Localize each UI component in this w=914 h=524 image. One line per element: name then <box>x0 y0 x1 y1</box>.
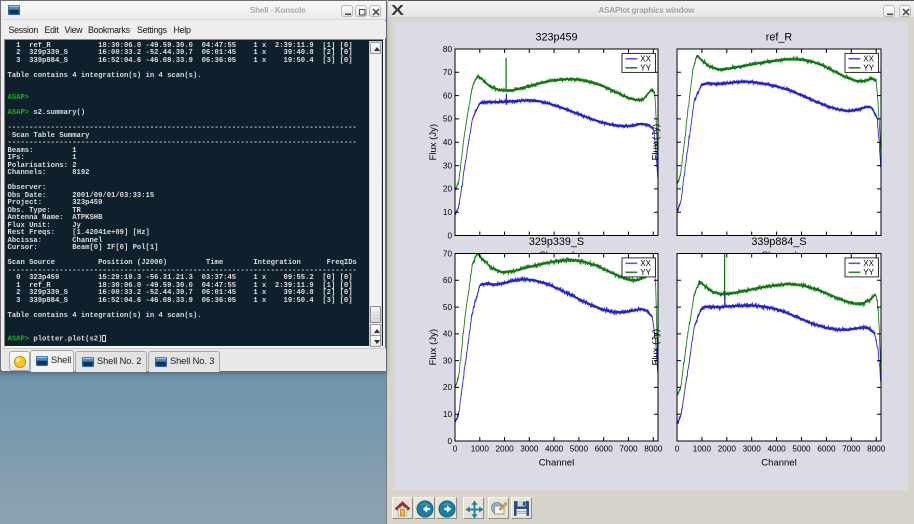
svg-text:XX: XX <box>640 259 651 268</box>
svg-text:50: 50 <box>443 303 453 312</box>
svg-text:4000: 4000 <box>545 445 564 454</box>
svg-text:0: 0 <box>447 437 452 446</box>
svg-text:70: 70 <box>443 249 453 258</box>
svg-text:20: 20 <box>443 185 453 194</box>
svg-text:60: 60 <box>443 276 453 285</box>
svg-text:70: 70 <box>443 68 453 77</box>
svg-text:0: 0 <box>447 231 452 240</box>
svg-text:80: 80 <box>443 45 453 54</box>
svg-text:1000: 1000 <box>471 445 490 454</box>
svg-text:XX: XX <box>640 55 651 64</box>
svg-text:5000: 5000 <box>792 445 811 454</box>
svg-text:Channel: Channel <box>539 458 574 469</box>
svg-text:30: 30 <box>443 161 453 170</box>
svg-text:4000: 4000 <box>767 445 786 454</box>
svg-text:0: 0 <box>453 445 458 454</box>
svg-text:Flux (Jy): Flux (Jy) <box>651 124 662 160</box>
svg-text:30: 30 <box>443 356 453 365</box>
svg-text:60: 60 <box>443 91 453 100</box>
svg-text:7000: 7000 <box>842 445 861 454</box>
svg-text:8000: 8000 <box>644 445 663 454</box>
svg-text:YY: YY <box>863 64 874 73</box>
svg-text:6000: 6000 <box>595 445 614 454</box>
svg-text:1000: 1000 <box>693 445 712 454</box>
svg-text:ref_R: ref_R <box>766 32 793 44</box>
svg-text:50: 50 <box>443 115 453 124</box>
svg-text:40: 40 <box>443 138 453 147</box>
svg-text:0: 0 <box>675 445 680 454</box>
svg-text:YY: YY <box>640 268 651 277</box>
svg-text:2000: 2000 <box>495 445 514 454</box>
svg-text:Flux (Jy): Flux (Jy) <box>651 329 662 365</box>
svg-text:XX: XX <box>863 55 874 64</box>
svg-text:5000: 5000 <box>570 445 589 454</box>
svg-text:40: 40 <box>443 330 453 339</box>
svg-text:YY: YY <box>640 64 651 73</box>
svg-text:10: 10 <box>443 410 453 419</box>
svg-text:8000: 8000 <box>867 445 886 454</box>
svg-text:Flux (Jy): Flux (Jy) <box>428 329 439 365</box>
svg-text:329p339_S: 329p339_S <box>529 236 584 248</box>
svg-text:7000: 7000 <box>619 445 638 454</box>
svg-text:6000: 6000 <box>817 445 836 454</box>
svg-text:Channel: Channel <box>761 458 796 469</box>
svg-text:YY: YY <box>863 268 874 277</box>
svg-text:339p884_S: 339p884_S <box>751 236 806 248</box>
svg-text:20: 20 <box>443 383 453 392</box>
svg-text:Flux (Jy): Flux (Jy) <box>428 124 439 160</box>
svg-text:323p459: 323p459 <box>535 32 577 44</box>
svg-text:10: 10 <box>443 208 453 217</box>
svg-text:XX: XX <box>863 259 874 268</box>
svg-text:3000: 3000 <box>743 445 762 454</box>
svg-text:2000: 2000 <box>718 445 737 454</box>
svg-text:3000: 3000 <box>520 445 539 454</box>
